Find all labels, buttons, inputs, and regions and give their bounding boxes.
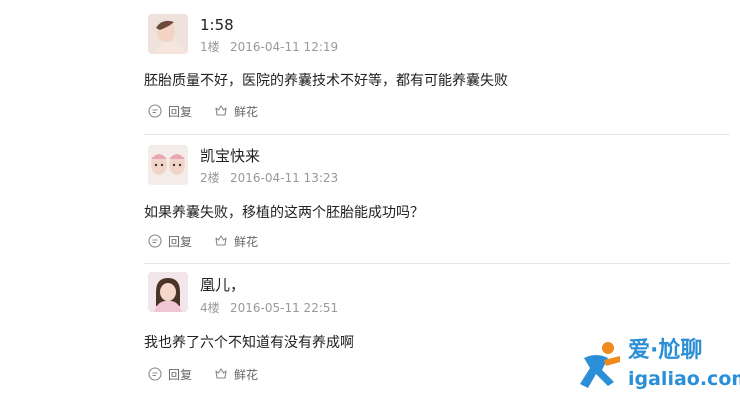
comment-actions: 回复 鲜花	[148, 365, 258, 383]
comment-text: 我也养了六个不知道有没有养成啊	[144, 335, 354, 351]
watermark-name: 爱·尬聊	[628, 338, 703, 363]
post-meta: 4楼 2016-05-11 22:51	[200, 301, 338, 315]
username[interactable]: 凰儿，	[200, 276, 245, 294]
flower-icon	[215, 235, 227, 246]
avatar[interactable]	[148, 272, 188, 312]
avatar[interactable]	[148, 145, 188, 185]
reply-label: 回复	[168, 234, 193, 249]
floor-number: 2楼	[200, 171, 220, 185]
post-meta: 2楼 2016-04-11 13:23	[200, 171, 338, 185]
flower-button[interactable]: 鲜花	[214, 233, 258, 250]
reply-icon	[148, 104, 162, 118]
left-margin	[0, 0, 116, 400]
reply-button[interactable]: 回复	[148, 103, 192, 120]
comment-post: 凯宝快来 2楼 2016-04-11 13:23 如果养囊失败，移植的这两个胚胎能…	[132, 135, 732, 264]
username[interactable]: 凯宝快来	[200, 147, 260, 165]
reply-button[interactable]: 回复	[148, 233, 192, 250]
floor-number: 4楼	[200, 301, 220, 315]
flower-label: 鲜花	[234, 104, 259, 119]
comment-text: 如果养囊失败，移植的这两个胚胎能成功吗？	[144, 205, 424, 221]
flower-label: 鲜花	[234, 367, 259, 382]
flower-icon	[215, 368, 227, 379]
watermark-url: igaliao.com	[628, 368, 740, 390]
timestamp: 2016-05-11 22:51	[230, 301, 339, 315]
comment-text: 胚胎质量不好，医院的养囊技术不好等，都有可能养囊失败	[144, 73, 508, 89]
flower-icon	[215, 105, 227, 116]
reply-label: 回复	[168, 367, 193, 382]
flower-button[interactable]: 鲜花	[214, 366, 258, 383]
comment-actions: 回复 鲜花	[148, 232, 258, 250]
avatar[interactable]	[148, 14, 188, 54]
site-watermark: 爱·尬聊 igaliao.com	[572, 330, 740, 400]
comment-actions: 回复 鲜花	[148, 102, 258, 120]
reply-button[interactable]: 回复	[148, 366, 192, 383]
floor-number: 1楼	[200, 40, 220, 54]
timestamp: 2016-04-11 13:23	[230, 171, 339, 185]
timestamp: 2016-04-11 12:19	[230, 40, 339, 54]
runner-logo-icon	[580, 342, 620, 388]
reply-label: 回复	[168, 104, 193, 119]
username[interactable]: 1:58	[200, 16, 234, 34]
comment-post: 1:58 1楼 2016-04-11 12:19 胚胎质量不好，医院的养囊技术不好…	[132, 0, 732, 135]
reply-icon	[148, 234, 162, 248]
flower-label: 鲜花	[234, 234, 259, 249]
flower-button[interactable]: 鲜花	[214, 103, 258, 120]
post-meta: 1楼 2016-04-11 12:19	[200, 40, 338, 54]
reply-icon	[148, 367, 162, 381]
